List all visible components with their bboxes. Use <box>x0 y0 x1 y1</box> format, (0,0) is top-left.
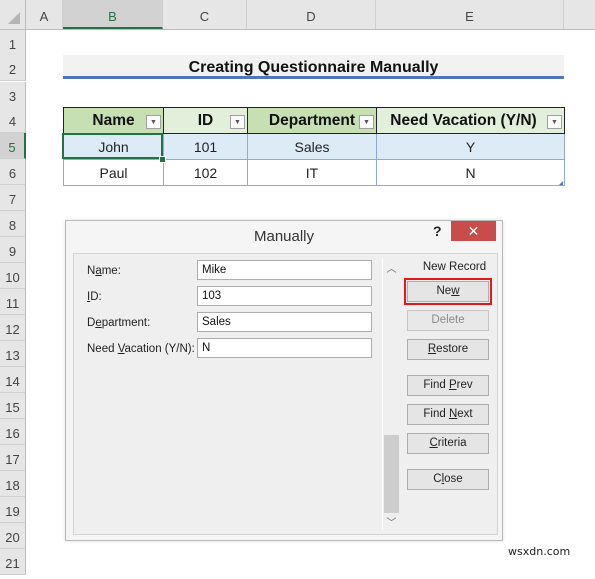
watermark: wsxdn.com <box>508 545 571 558</box>
row-header-7[interactable]: 7 <box>0 185 26 211</box>
field-label-name: Name: <box>87 265 121 277</box>
row-header-9[interactable]: 9 <box>0 237 26 263</box>
sheet-title: Creating Questionnaire Manually <box>63 55 564 79</box>
cell[interactable]: Sales <box>247 133 377 160</box>
cell[interactable]: 102 <box>163 159 248 186</box>
department-field[interactable]: Sales <box>197 312 372 332</box>
new-button[interactable]: New <box>404 278 492 305</box>
id-field[interactable]: 103 <box>197 286 372 306</box>
row-header-4[interactable]: 4 <box>0 107 26 133</box>
record-scrollbar[interactable]: ︿ ﹀ <box>382 258 400 530</box>
scroll-up-icon[interactable]: ︿ <box>385 260 398 275</box>
select-all-triangle-icon <box>8 12 20 24</box>
restore-button[interactable]: Restore <box>407 339 489 360</box>
field-label-department: Department: <box>87 317 151 329</box>
row-header-14[interactable]: 14 <box>0 367 26 393</box>
scroll-down-icon[interactable]: ﹀ <box>385 514 398 529</box>
cell[interactable]: Paul <box>63 159 164 186</box>
table-header-row: Name ▼ ID ▼ Department ▼ Need Vacation (Y/N… <box>63 107 565 134</box>
row-header-13[interactable]: 13 <box>0 341 26 367</box>
dialog-body: Name: Mike ID: 103 Department: Sales Nee… <box>73 253 498 535</box>
name-field[interactable]: Mike <box>197 260 372 280</box>
filter-dropdown-icon[interactable]: ▼ <box>547 115 562 129</box>
table-row: Paul 102 IT N <box>63 159 565 186</box>
row-header-20[interactable]: 20 <box>0 523 26 549</box>
data-form-dialog: Manually ? ✕ Name: Mike ID: 103 Departme… <box>65 220 503 541</box>
criteria-button[interactable]: Criteria <box>407 433 489 454</box>
active-cell-border <box>62 133 163 159</box>
help-button[interactable]: ? <box>433 223 442 239</box>
cell[interactable]: Y <box>376 133 565 160</box>
header-id: ID ▼ <box>163 107 248 134</box>
find-prev-button[interactable]: Find Prev <box>407 375 489 396</box>
column-header-d[interactable]: D <box>247 0 376 29</box>
column-header-a[interactable]: A <box>26 0 63 29</box>
table-resize-handle[interactable] <box>559 181 563 185</box>
row-header-11[interactable]: 11 <box>0 289 26 315</box>
filter-dropdown-icon[interactable]: ▼ <box>230 115 245 129</box>
close-icon: ✕ <box>467 223 480 239</box>
fill-handle[interactable] <box>159 156 166 163</box>
need-vacation-field[interactable]: N <box>197 338 372 358</box>
scrollbar-thumb[interactable] <box>384 435 399 513</box>
delete-button[interactable]: Delete <box>407 310 489 331</box>
row-header-18[interactable]: 18 <box>0 471 26 497</box>
row-header-17[interactable]: 17 <box>0 445 26 471</box>
row-header-16[interactable]: 16 <box>0 419 26 445</box>
row-header-5[interactable]: 5 <box>0 133 26 159</box>
record-status: New Record <box>422 261 487 273</box>
header-name: Name ▼ <box>63 107 164 134</box>
header-department: Department ▼ <box>247 107 377 134</box>
row-header-1[interactable]: 1 <box>0 30 26 56</box>
row-header-2[interactable]: 2 <box>0 55 26 81</box>
filter-dropdown-icon[interactable]: ▼ <box>359 115 374 129</box>
cell[interactable]: N <box>376 159 565 186</box>
row-header-19[interactable]: 19 <box>0 497 26 523</box>
row-header-12[interactable]: 12 <box>0 315 26 341</box>
row-header-21[interactable]: 21 <box>0 549 26 575</box>
row-header-10[interactable]: 10 <box>0 263 26 289</box>
header-need-vacation: Need Vacation (Y/N) ▼ <box>376 107 565 134</box>
cell[interactable]: 101 <box>163 133 248 160</box>
field-label-need-vacation: Need Vacation (Y/N): <box>87 343 195 355</box>
filter-dropdown-icon[interactable]: ▼ <box>146 115 161 129</box>
row-header-15[interactable]: 15 <box>0 393 26 419</box>
field-label-id: ID: <box>87 291 102 303</box>
column-header-e[interactable]: E <box>376 0 564 29</box>
find-next-button[interactable]: Find Next <box>407 404 489 425</box>
row-header-8[interactable]: 8 <box>0 211 26 237</box>
close-button[interactable]: ✕ <box>451 221 496 241</box>
column-header-c[interactable]: C <box>163 0 247 29</box>
close-dialog-button[interactable]: Close <box>407 469 489 490</box>
row-header-6[interactable]: 6 <box>0 159 26 185</box>
row-header-3[interactable]: 3 <box>0 82 26 108</box>
cell[interactable]: IT <box>247 159 377 186</box>
column-header-b[interactable]: B <box>63 0 163 29</box>
